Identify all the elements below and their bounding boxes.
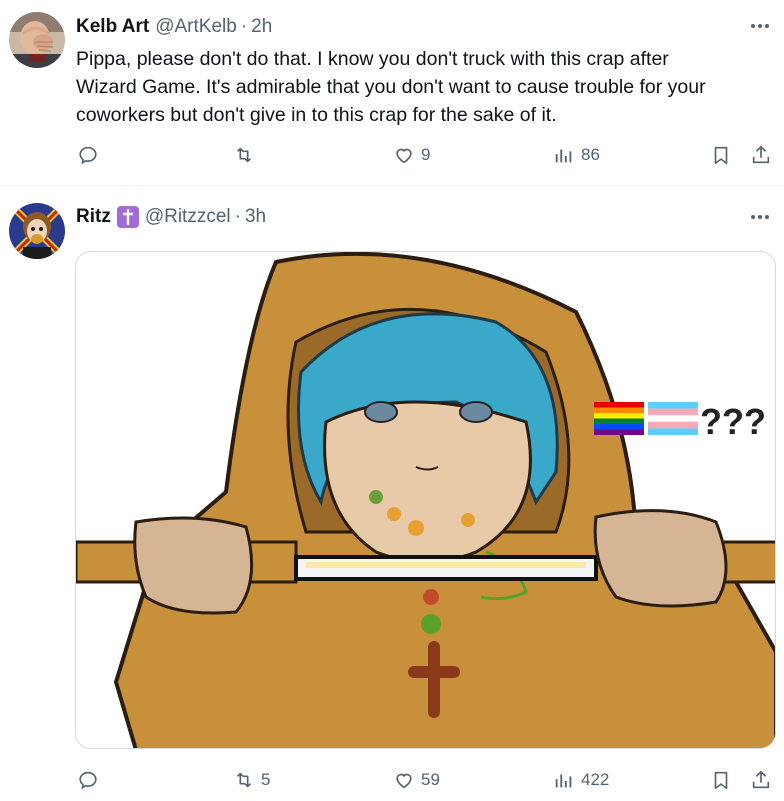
like-button[interactable]: 9 (393, 140, 430, 170)
tweet-text: Pippa, please don't do that. I know you … (76, 45, 776, 129)
author-name[interactable]: Kelb Art (76, 16, 149, 38)
avatar[interactable] (9, 12, 65, 68)
avatar[interactable] (9, 203, 65, 259)
tweet-header: Ritz @Ritzzcel · 3h (76, 206, 266, 228)
tweet-text-line: Pippa, please don't do that. I know you … (76, 48, 669, 70)
tweet-actions: 5 59 422 (0, 765, 784, 795)
author-handle[interactable]: @ArtKelb (155, 16, 237, 38)
like-count: 9 (421, 145, 431, 164)
views-count: 422 (581, 770, 610, 789)
views-button[interactable]: 422 (553, 765, 609, 795)
timestamp[interactable]: 2h (251, 16, 272, 38)
author-handle[interactable]: @Ritzzcel (145, 206, 231, 228)
reply-icon (79, 146, 97, 165)
latin-cross-icon (116, 206, 139, 228)
share-icon (752, 770, 770, 789)
bookmark-button[interactable] (710, 140, 732, 170)
timestamp[interactable]: 3h (245, 206, 266, 228)
overlay-question-marks: ??? (700, 401, 766, 442)
tweet-ritz[interactable]: Ritz @Ritzzcel · 3h ??? 5 59 422 (0, 187, 784, 801)
share-icon (752, 145, 770, 164)
reply-icon (79, 771, 97, 790)
bookmark-button[interactable] (710, 765, 732, 795)
hooded-girl-with-sword-drawing: ??? (76, 252, 775, 748)
heart-icon (396, 773, 412, 789)
author-name[interactable]: Ritz (76, 206, 111, 228)
rainbow-flag-icon (594, 402, 644, 435)
bookmark-icon (714, 146, 728, 165)
heart-icon (396, 148, 412, 164)
transgender-flag-icon (647, 402, 699, 435)
retweet-button[interactable]: 5 (233, 765, 270, 795)
separator-dot: · (234, 206, 241, 227)
reply-button[interactable] (77, 765, 99, 795)
tweet-image[interactable]: ??? (75, 251, 776, 749)
more-options-icon[interactable] (748, 16, 772, 36)
retweet-button[interactable] (233, 140, 255, 170)
like-button[interactable]: 59 (393, 765, 440, 795)
bar-chart-icon (555, 774, 572, 788)
reply-button[interactable] (77, 140, 99, 170)
tweet-actions: 9 86 (0, 140, 784, 170)
retweet-count: 5 (261, 770, 271, 789)
tweet-header: Kelb Art @ArtKelb · 2h (76, 16, 272, 38)
more-options-icon[interactable] (748, 207, 772, 227)
views-button[interactable]: 86 (553, 140, 600, 170)
like-count: 59 (421, 770, 440, 789)
tweet-text-line: coworkers but don't give in to this crap… (76, 104, 557, 126)
separator-dot: · (240, 16, 248, 37)
bar-chart-icon (555, 149, 572, 163)
tweet-text-line: Wizard Game. It's admirable that you don… (76, 76, 706, 98)
retweet-icon (236, 772, 252, 788)
views-count: 86 (581, 145, 600, 164)
share-button[interactable] (750, 765, 772, 795)
bookmark-icon (714, 771, 728, 790)
tweet-kelb-art[interactable]: Kelb Art @ArtKelb · 2h Pippa, please don… (0, 0, 784, 186)
retweet-icon (236, 147, 252, 163)
share-button[interactable] (750, 140, 772, 170)
